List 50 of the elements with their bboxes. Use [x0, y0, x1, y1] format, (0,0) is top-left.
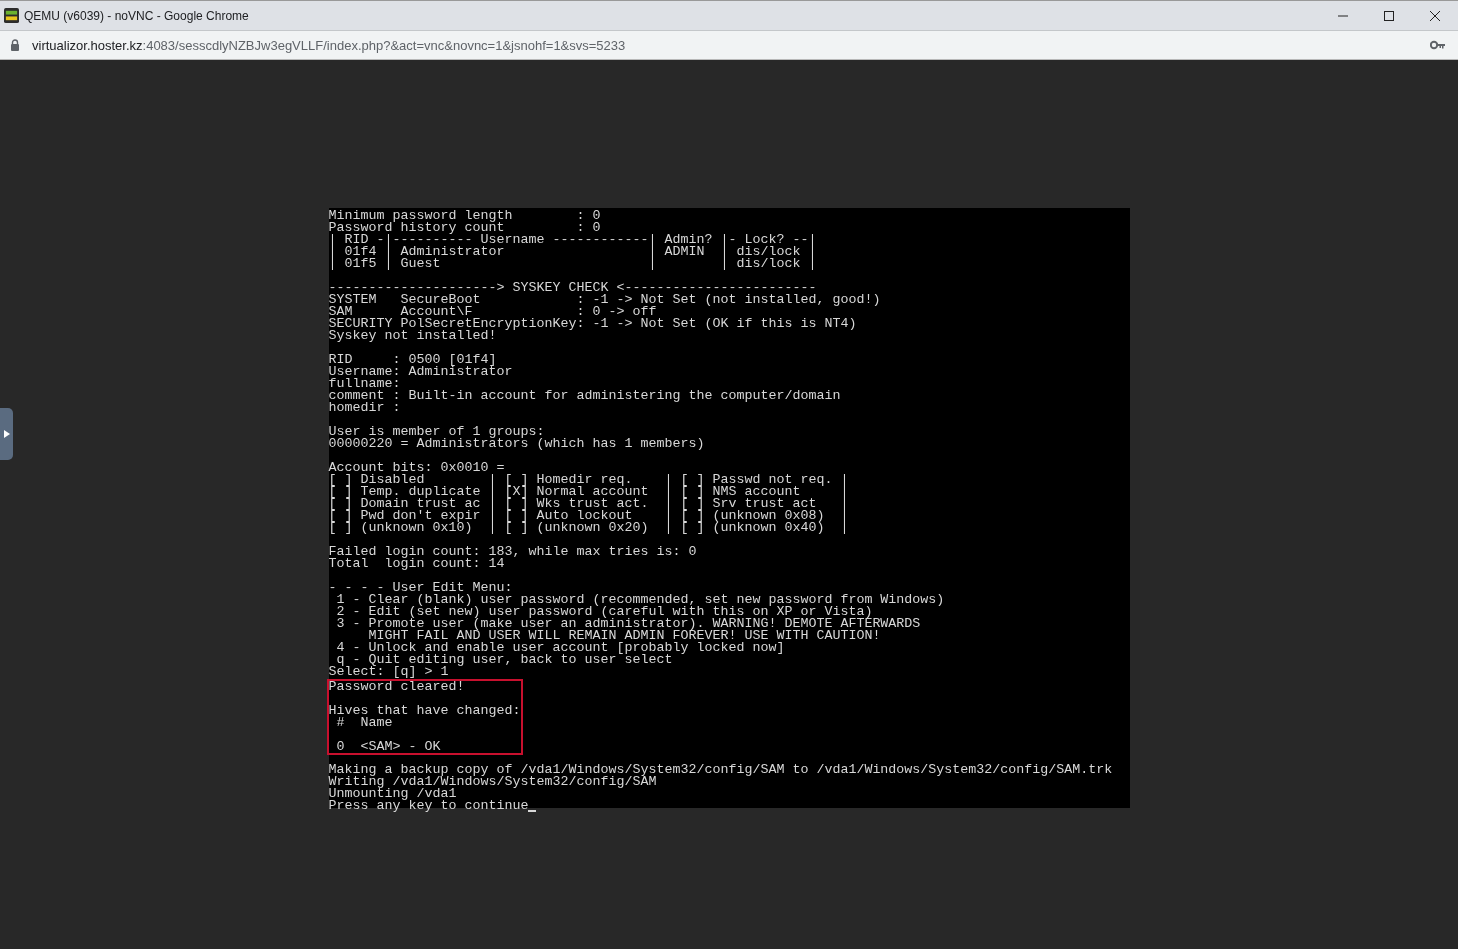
play-arrow-icon [3, 430, 10, 438]
terminal-line: | RID -|---------- Username ------------| Admin? |- Lock? --| [328, 233, 817, 246]
terminal-line: 3 - Promote user (make user an administrator). WARNING! DEMOTE AFTERWARDS [335, 617, 921, 630]
terminal-line: [ ] Domain trust ac | [ ] Wks trust act. | [ ] Srv trust act | [328, 497, 849, 510]
terminal-line: 0 <SAM> - OK [335, 740, 441, 753]
terminal-line: [ ] (unknown 0x10) | [ ] (unknown 0x20) | [ ] (unknown 0x40) | [328, 521, 849, 534]
terminal-line: # Name [335, 716, 393, 729]
terminal-line: MIGHT FAIL AND USER WILL REMAIN ADMIN FOREVER! USE WITH CAUTION! [367, 629, 881, 642]
control-bar-handle[interactable] [0, 408, 13, 460]
terminal-line: Press any key to continue [328, 799, 529, 812]
terminal-line: Account bits: 0x0010 = [328, 461, 505, 474]
terminal-line: fullname: [328, 377, 401, 390]
terminal-line: homedir : [328, 401, 401, 414]
terminal-line: RID : 0500 [01f4] [328, 353, 497, 366]
terminal-line: Minimum password length : 0 [328, 209, 601, 222]
terminal-line: [ ] Temp. duplicate | [X] Normal account | [ ] NMS account | [328, 485, 849, 498]
terminal-line: Select: [q] > 1 [328, 665, 449, 678]
terminal-line: Hives that have changed: [328, 704, 521, 717]
url-text[interactable]: virtualizor.hoster.kz:4083/sesscdlyNZBJw3egVLLF/index.php?&act=vnc&novnc=1&jsnohf=1&svs=5233 [32, 37, 626, 53]
terminal-line: Writing /vda1/Windows/System32/config/SAM [328, 775, 657, 788]
app-logo-icon [4, 8, 19, 23]
terminal-line: ---------------------> SYSKEY CHECK <------------------------ [328, 281, 817, 294]
terminal-line: 1 - Clear (blank) user password (recommended, set new password from Windows) [335, 593, 945, 606]
terminal-line: Unmounting /vda1 [328, 787, 457, 800]
terminal-line: Making a backup copy of /vda1/Windows/System32/config/SAM to /vda1/Windows/System32/config/SAM.trk [328, 763, 1113, 776]
terminal-line: | 01f5 | Guest | | dis/lock | [328, 257, 817, 270]
terminal-line: | 01f4 | Administrator | ADMIN | dis/lock | [328, 245, 817, 258]
terminal-line: 4 - Unlock and enable user account [probably locked now] [335, 641, 785, 654]
window-title: QEMU (v6039) - noVNC - Google Chrome [24, 8, 249, 23]
terminal-line: q - Quit editing user, back to user select [336, 653, 673, 666]
terminal-line: Failed login count: 183, while max tries is: 0 [328, 545, 697, 558]
terminal-line: Username: Administrator [328, 365, 513, 378]
terminal-line: SAM Account\F : 0 -> off [328, 305, 657, 318]
maximize-icon [1383, 9, 1395, 22]
terminal-line: [ ] Pwd don't expir | [ ] Auto lockout | [ ] (unknown 0x08) | [328, 509, 849, 522]
terminal-line: Password history count : 0 [328, 221, 601, 234]
close-icon [1429, 9, 1441, 22]
terminal-line: - - - - User Edit Menu: [328, 581, 513, 594]
terminal-line: comment : Built-in account for administering the computer/domain [328, 389, 841, 402]
terminal-line: Syskey not installed! [328, 329, 497, 342]
terminal-line: [ ] Disabled | [ ] Homedir req. | [ ] Passwd not req. | [328, 473, 849, 486]
terminal-line: Total login count: 14 [328, 557, 505, 570]
lock-icon [10, 39, 20, 51]
terminal-line: 2 - Edit (set new) user password (careful with this on XP or Vista) [335, 605, 873, 618]
terminal-line: 00000220 = Administrators (which has 1 members) [328, 437, 705, 450]
key-icon[interactable] [1430, 40, 1446, 50]
terminal-line: SYSTEM SecureBoot : -1 -> Not Set (not installed, good!) [328, 293, 881, 306]
terminal-line: Password cleared! [328, 680, 465, 693]
terminal-line: SECURITY PolSecretEncryptionKey: -1 -> Not Set (OK if this is NT4) [328, 317, 857, 330]
terminal-line: User is member of 1 groups: [328, 425, 545, 438]
